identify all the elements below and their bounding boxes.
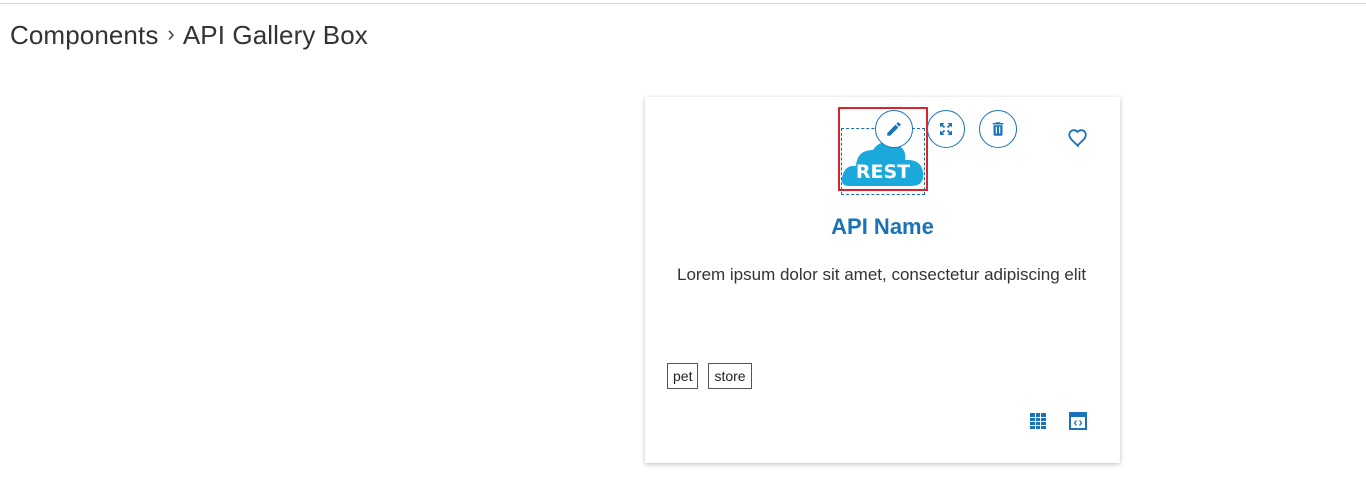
expand-button[interactable] — [927, 110, 965, 148]
pencil-icon — [887, 122, 901, 136]
heart-outline-icon[interactable] — [1067, 127, 1089, 149]
tag-pet[interactable]: pet — [667, 363, 699, 389]
breadcrumb-parent[interactable]: Components — [10, 20, 158, 51]
rest-logo-text: REST — [856, 161, 910, 183]
code-window-icon[interactable] — [1068, 411, 1088, 431]
top-divider — [0, 3, 1366, 4]
breadcrumb-separator: › — [167, 21, 175, 46]
api-description: Lorem ipsum dolor sit amet, consectetur … — [677, 265, 1087, 284]
breadcrumb-current: API Gallery Box — [182, 19, 368, 50]
api-gallery-card: REST API Name Lorem ipsum dolor sit amet… — [645, 97, 1120, 463]
tag-list: pet store — [667, 363, 752, 389]
tag-store[interactable]: store — [708, 363, 752, 389]
edit-button[interactable] — [875, 110, 913, 148]
trash-icon — [992, 122, 1004, 136]
table-icon[interactable] — [1028, 411, 1048, 431]
expand-icon — [940, 123, 952, 135]
breadcrumb: Components › API Gallery Box — [10, 18, 368, 52]
api-name[interactable]: API Name — [645, 214, 1120, 240]
delete-button[interactable] — [979, 110, 1017, 148]
